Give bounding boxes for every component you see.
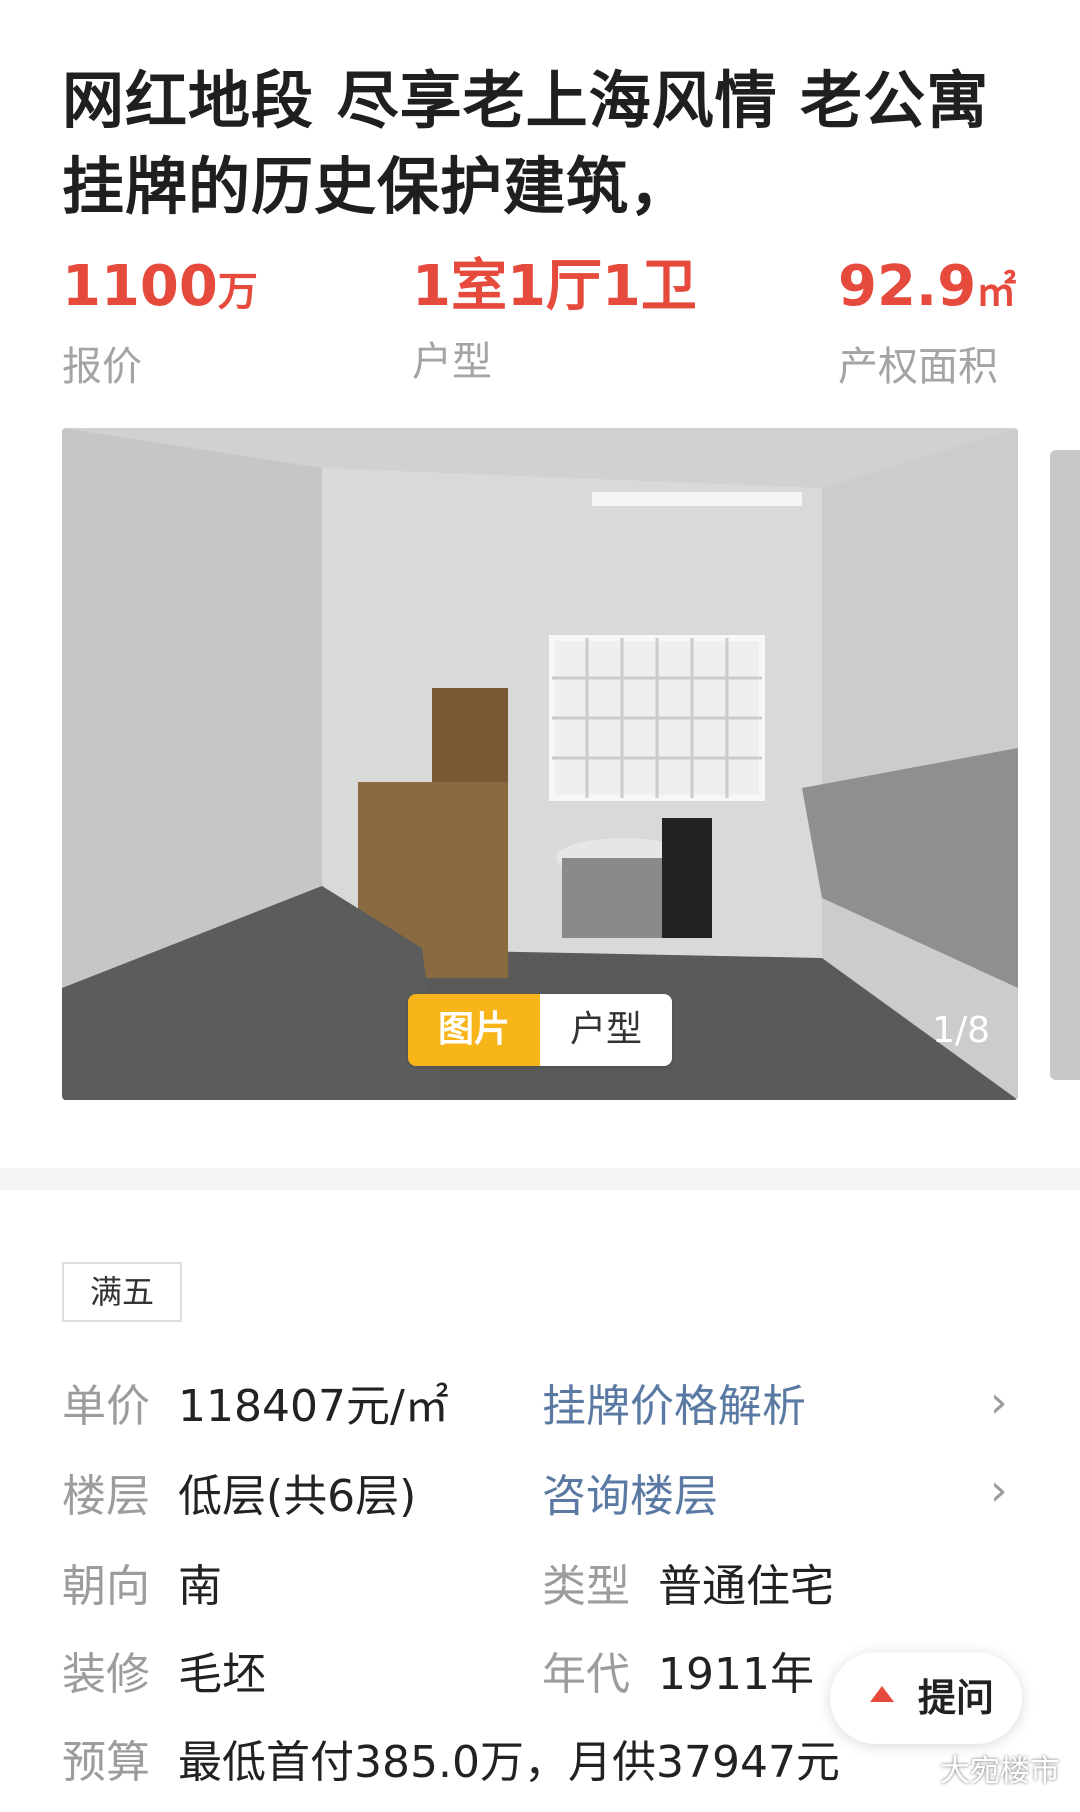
tab-floorplan[interactable]: 户型 (540, 994, 672, 1066)
layout-label: 户型 (412, 339, 492, 385)
consult-floor-link[interactable]: 咨询楼层 (542, 1468, 718, 1526)
chevron-right-icon[interactable]: › (990, 1374, 1008, 1432)
detail-decoration: 装修 毛坯 (62, 1649, 266, 1700)
detail-type: 类型 普通住宅 (542, 1561, 834, 1612)
price-stat: 1100万 报价 (62, 252, 258, 393)
detail-budget: 预算 最低首付385.0万，月供37947元 (62, 1737, 840, 1788)
layout-value: 1室1厅1卫 (412, 254, 697, 319)
price-unit: 万 (217, 269, 258, 315)
photo-gallery[interactable]: 图片 户型 1/8 (62, 428, 1018, 1100)
status-badge: 满五 (62, 1262, 182, 1322)
ask-question-button[interactable]: 提问 (830, 1652, 1022, 1744)
price-analysis-link[interactable]: 挂牌价格解析 (542, 1378, 806, 1436)
ask-button-label: 提问 (918, 1676, 995, 1720)
price-value: 1100 (62, 254, 218, 319)
area-label: 产权面积 (838, 344, 998, 390)
section-divider (0, 1168, 1080, 1190)
detail-year: 年代 1911年 (542, 1649, 814, 1700)
listing-title: 网红地段 尽享老上海风情 老公寓挂牌的历史保护建筑， (62, 64, 990, 223)
arrow-up-icon (870, 1686, 894, 1702)
watermark: 大宛楼市 (900, 1746, 1060, 1790)
next-photo-preview[interactable] (1050, 450, 1080, 1080)
chevron-right-icon[interactable]: › (990, 1462, 1008, 1520)
detail-unit-price: 单价 118407元/㎡ (62, 1381, 449, 1432)
price-label: 报价 (62, 344, 142, 390)
area-value: 92.9 (838, 254, 977, 319)
detail-floor: 楼层 低层(共6层) (62, 1471, 417, 1522)
tab-photos[interactable]: 图片 (408, 994, 540, 1066)
detail-orientation: 朝向南 (62, 1561, 222, 1612)
wechat-icon (900, 1758, 934, 1787)
area-unit: ㎡ (976, 269, 1017, 315)
gallery-tab-switch[interactable]: 图片 户型 (408, 994, 672, 1066)
area-stat: 92.9㎡ 产权面积 (838, 252, 1016, 393)
photo-counter: 1/8 (932, 1010, 990, 1051)
layout-stat: 1室1厅1卫 户型 (412, 252, 697, 388)
